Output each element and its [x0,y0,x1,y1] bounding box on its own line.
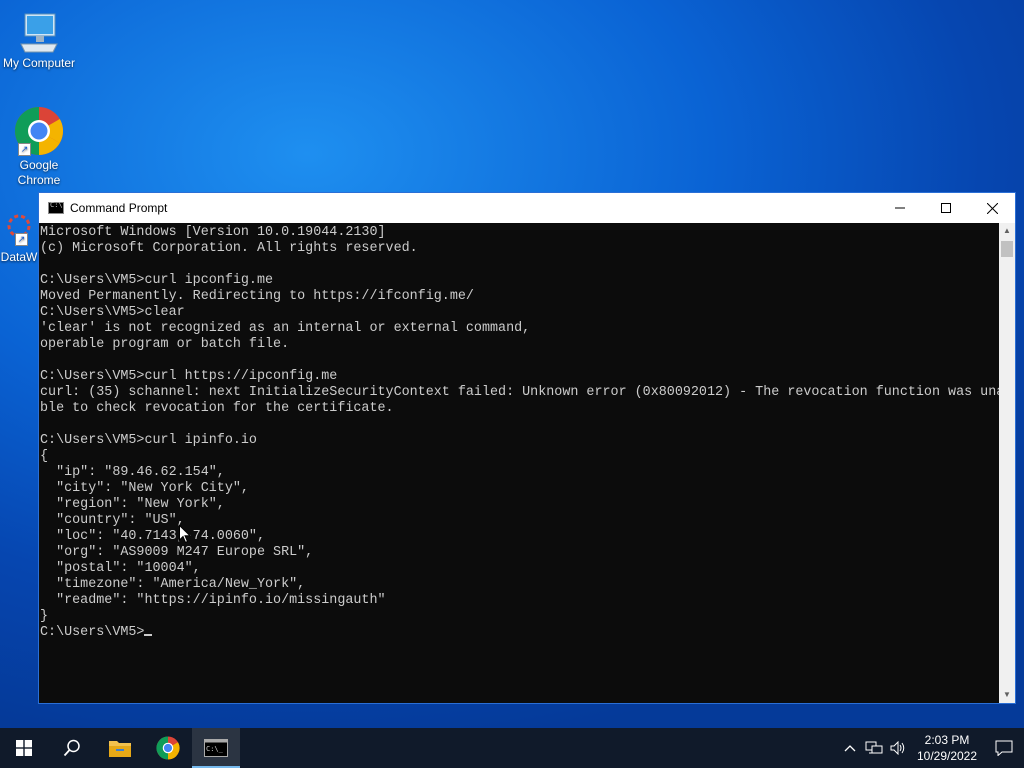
clock-date: 10/29/2022 [916,749,978,763]
console-line: (c) Microsoft Corporation. All rights re… [40,241,418,256]
notification-icon [995,740,1013,756]
maximize-button[interactable] [923,193,969,223]
desktop-icon-label: DataW [0,250,38,264]
console-prompt-line: C:\Users\VM5> [40,625,999,641]
shortcut-arrow-icon: ↗ [15,233,28,246]
console-line: "ip": "89.46.62.154", [40,465,225,480]
chevron-up-icon [844,745,856,752]
console-line: Moved Permanently. Redirecting to https:… [40,289,474,304]
clock[interactable]: 2:03 PM 10/29/2022 [910,732,984,764]
computer-icon [17,10,61,54]
close-button[interactable] [969,193,1015,223]
taskbar: C:\_ 2:03 PM 10/29/2022 [0,728,1024,768]
system-tray: 2:03 PM 10/29/2022 [838,728,1024,768]
volume-button[interactable] [886,741,910,755]
show-hidden-icons-button[interactable] [838,744,862,752]
svg-text:C:\_: C:\_ [206,745,224,753]
shortcut-arrow-icon: ↗ [18,143,31,156]
search-button[interactable] [48,728,96,768]
console-line: C:\Users\VM5>curl https://ipconfig.me [40,369,338,384]
console-line: } [40,609,49,624]
console-line: C:\Users\VM5>clear [40,305,185,320]
console-icon: C:\_ [204,739,228,757]
chrome-icon: ↗ [14,106,64,156]
console-line: "org": "AS9009 M247 Europe SRL", [40,545,314,560]
console-line: { [40,449,49,464]
console-line: C:\Users\VM5>curl ipinfo.io [40,433,257,448]
console-prompt: C:\Users\VM5> [40,625,145,640]
console-line: "timezone": "America/New_York", [40,577,306,592]
minimize-icon [895,207,905,209]
console-line: C:\Users\VM5>curl ipconfig.me [40,273,274,288]
clock-time: 2:03 PM [924,733,970,747]
vertical-scrollbar[interactable]: ▲ ▼ [999,223,1015,703]
desktop-icon-label: Google Chrome [17,158,61,187]
maximize-icon [941,203,951,213]
console-lines: Microsoft Windows [Version 10.0.19044.21… [40,225,999,625]
console-line: Microsoft Windows [Version 10.0.19044.21… [40,225,386,240]
taskbar-command-prompt[interactable]: C:\_ [192,728,240,768]
console-line: ble to check revocation for the certific… [40,401,394,416]
mouse-pointer-icon [179,525,191,544]
text-cursor [144,634,153,636]
desktop-icon-my-computer[interactable]: My Computer [0,10,78,71]
search-icon [63,739,80,757]
network-icon [865,741,883,754]
command-prompt-window[interactable]: Command Prompt Microsoft Windows [Versio… [38,192,1016,704]
action-center-button[interactable] [984,740,1024,756]
app-icon: ↗ [0,208,39,248]
taskbar-file-explorer[interactable] [96,728,144,768]
console-line: "city": "New York City", [40,481,249,496]
console-line: "postal": "10004", [40,561,201,576]
console-line: "region": "New York", [40,497,225,512]
window-title: Command Prompt [70,201,168,215]
windows-logo-icon [16,740,32,756]
taskbar-chrome[interactable] [144,728,192,768]
console-icon [48,201,64,214]
folder-icon [109,741,131,757]
desktop-icon-label: My Computer [2,56,76,70]
console-line: curl: (35) schannel: next InitializeSecu… [40,385,999,400]
close-icon [986,202,998,214]
chrome-icon [156,736,180,760]
speaker-icon [890,741,905,755]
console-output[interactable]: Microsoft Windows [Version 10.0.19044.21… [39,223,999,703]
network-button[interactable] [862,741,886,755]
console-line: operable program or batch file. [40,337,290,352]
title-bar[interactable]: Command Prompt [39,193,1015,223]
scroll-up-icon[interactable]: ▲ [999,223,1015,239]
console-line: 'clear' is not recognized as an internal… [40,321,531,336]
console-line: "readme": "https://ipinfo.io/missingauth… [40,593,386,608]
start-button[interactable] [0,728,48,768]
scroll-down-icon[interactable]: ▼ [999,687,1015,703]
minimize-button[interactable] [877,193,923,223]
scrollbar-thumb[interactable] [1001,241,1013,257]
desktop-icon-google-chrome[interactable]: ↗ Google Chrome [0,106,78,188]
